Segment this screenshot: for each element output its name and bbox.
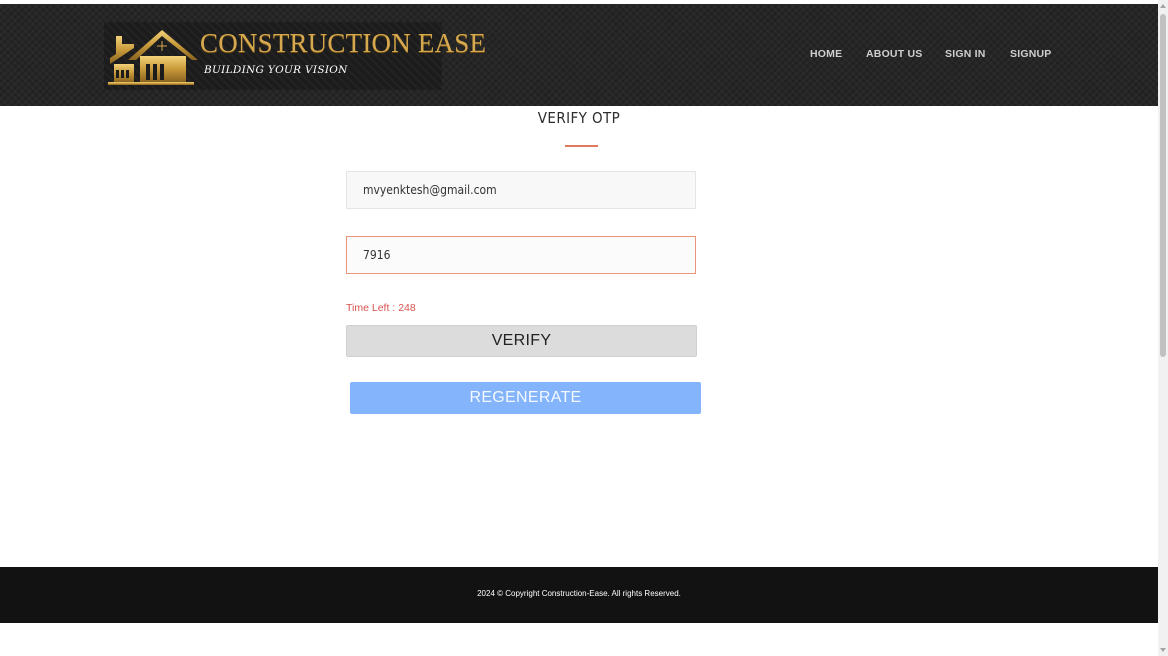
scroll-up-arrow-icon[interactable] (1160, 4, 1166, 8)
scrollbar[interactable] (1158, 0, 1168, 656)
brand-tagline: BUILDING YOUR VISION (204, 64, 348, 76)
timer: Time Left :248 (346, 302, 416, 314)
nav-sign-in[interactable]: SIGN IN (945, 48, 986, 60)
copyright-text: 2024 © Copyright Construction-Ease. All … (477, 589, 681, 598)
nav-home[interactable]: HOME (810, 48, 842, 60)
email-field[interactable] (346, 171, 696, 209)
timer-label: Time Left : (346, 302, 396, 314)
brand-title: CONSTRUCTION EASE (200, 28, 487, 58)
nav-signup[interactable]: SIGNUP (1010, 48, 1051, 60)
nav-about-us[interactable]: ABOUT US (866, 48, 922, 60)
scroll-down-arrow-icon[interactable] (1160, 648, 1166, 652)
house-icon (108, 30, 198, 85)
scroll-thumb[interactable] (1160, 14, 1166, 357)
otp-input[interactable] (346, 236, 696, 274)
site-footer: 2024 © Copyright Construction-Ease. All … (0, 567, 1158, 623)
page-title: VERIFY OTP (537, 109, 621, 127)
regenerate-button[interactable]: REGENERATE (350, 382, 701, 414)
verify-button[interactable]: VERIFY (346, 325, 697, 357)
brand-logo[interactable]: CONSTRUCTION EASE BUILDING YOUR VISION (104, 22, 486, 90)
title-divider (565, 145, 598, 147)
timer-value: 248 (398, 302, 416, 314)
site-header: CONSTRUCTION EASE BUILDING YOUR VISION H… (0, 4, 1158, 106)
